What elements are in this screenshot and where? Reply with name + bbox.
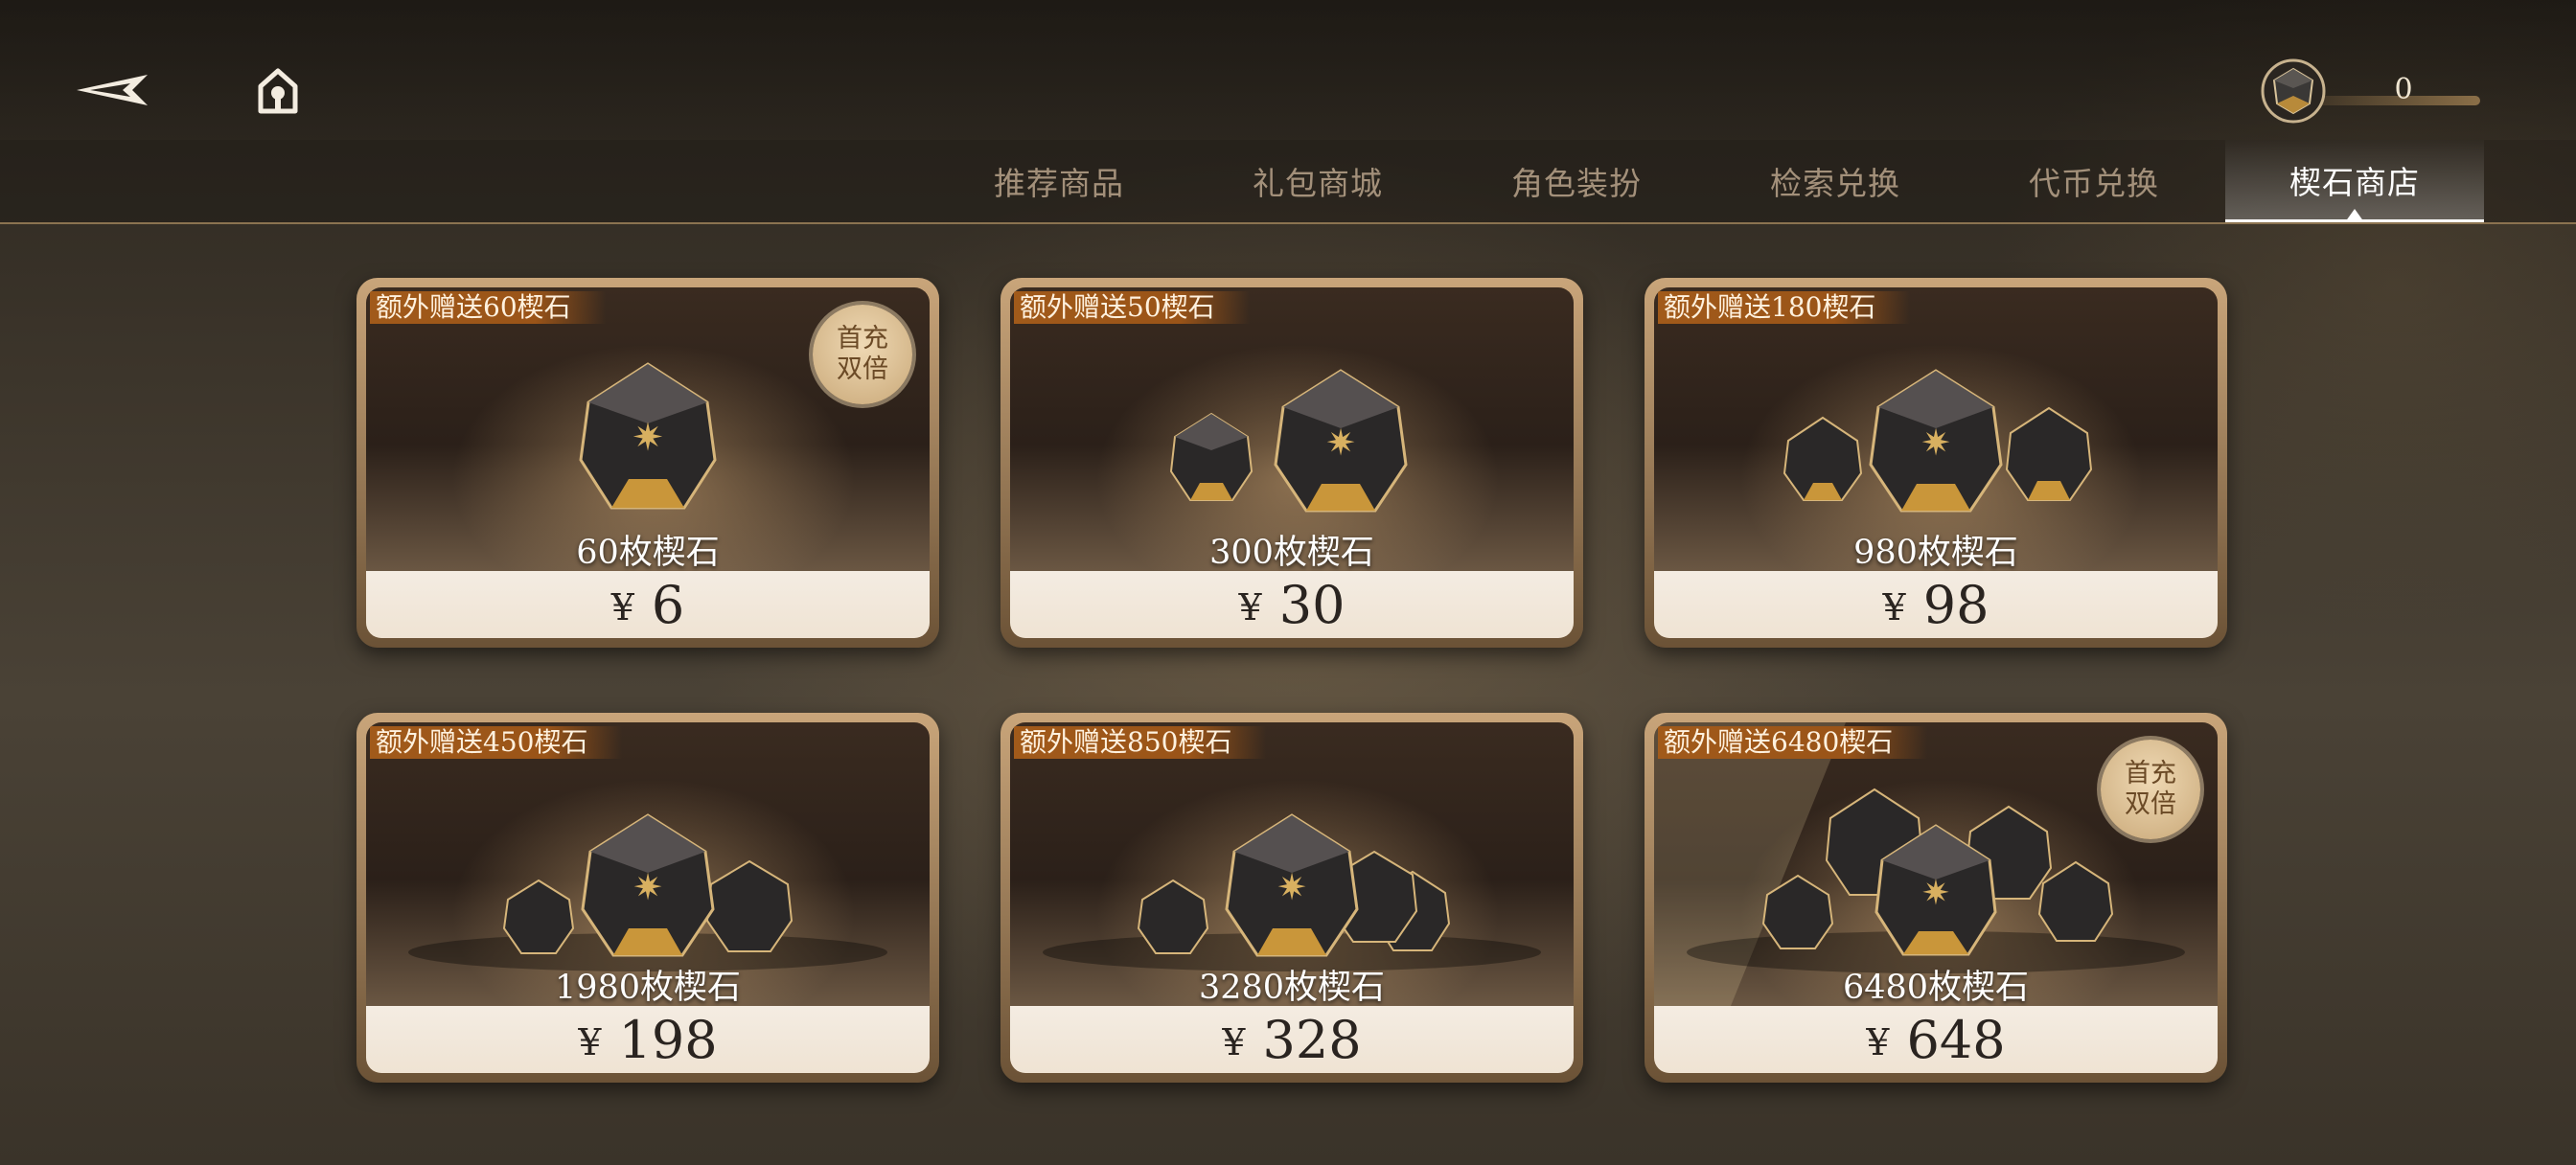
amount-label: 60枚楔石 — [576, 534, 720, 572]
product-card-1980[interactable]: ✷ 额外赠送450楔石 1980枚楔石 ¥ 198 — [356, 713, 939, 1083]
tab-search-exchange[interactable]: 检索兑换 — [1706, 140, 1965, 222]
bonus-tag: 额外赠送450楔石 — [370, 726, 623, 759]
svg-text:✷: ✷ — [1921, 874, 1950, 913]
badge-line-2: 双倍 — [837, 354, 888, 384]
first-charge-double-badge: 首充 双倍 — [2101, 740, 2200, 839]
tab-token-exchange[interactable]: 代币兑换 — [1965, 140, 2223, 222]
price-strip: ¥ 30 — [1010, 571, 1574, 638]
tab-character-outfits[interactable]: 角色装扮 — [1447, 140, 1706, 222]
price-value: 6 — [651, 574, 685, 635]
bonus-tag: 额外赠送6480楔石 — [1658, 726, 1928, 759]
product-card-60[interactable]: ✷ 额外赠送60楔石 首充 双倍 60枚楔石 ¥ 6 — [356, 278, 939, 648]
price-value: 98 — [1922, 574, 1990, 635]
price-value: 30 — [1278, 574, 1346, 635]
amount-label: 980枚楔石 — [1853, 534, 2018, 572]
product-card-6480[interactable]: ✷ 额外赠送6480楔石 首充 双倍 6480枚楔石 ¥ 648 — [1644, 713, 2227, 1083]
amount-label: 1980枚楔石 — [554, 969, 742, 1007]
tab-gift-packs[interactable]: 礼包商城 — [1188, 140, 1447, 222]
price-value: 198 — [618, 1009, 718, 1070]
svg-text:✷: ✷ — [1325, 422, 1356, 464]
currency-symbol: ¥ — [1866, 1021, 1890, 1063]
bonus-tag: 额外赠送60楔石 — [370, 291, 606, 324]
bonus-tag: 额外赠送850楔石 — [1014, 726, 1267, 759]
currency-symbol: ¥ — [1238, 586, 1262, 628]
amount-label: 300枚楔石 — [1209, 534, 1374, 572]
product-card-980[interactable]: ✷ 额外赠送180楔石 980枚楔石 ¥ 98 — [1644, 278, 2227, 648]
svg-text:✷: ✷ — [632, 866, 663, 908]
tab-recommended[interactable]: 推荐商品 — [930, 140, 1188, 222]
price-value: 328 — [1262, 1009, 1362, 1070]
bonus-tag: 额外赠送180楔石 — [1658, 291, 1911, 324]
badge-line-1: 首充 — [837, 324, 888, 354]
svg-text:✷: ✷ — [1920, 422, 1951, 464]
svg-text:✷: ✷ — [1276, 866, 1307, 908]
price-strip: ¥ 328 — [1010, 1006, 1574, 1073]
gem-icon — [2260, 57, 2327, 125]
product-card-3280[interactable]: ✷ 额外赠送850楔石 3280枚楔石 ¥ 328 — [1000, 713, 1583, 1083]
price-strip: ¥ 198 — [366, 1006, 930, 1073]
currency-symbol: ¥ — [1222, 1021, 1246, 1063]
currency-symbol: ¥ — [1882, 586, 1906, 628]
currency-value: 0 — [2394, 73, 2413, 106]
currency-symbol: ¥ — [610, 586, 634, 628]
currency-display: 0 — [2260, 57, 2480, 125]
svg-text:✷: ✷ — [632, 416, 664, 460]
tab-wedgestone-shop[interactable]: 楔石商店 — [2225, 140, 2484, 222]
badge-line-2: 双倍 — [2125, 789, 2176, 819]
product-card-300[interactable]: ✷ 额外赠送50楔石 300枚楔石 ¥ 30 — [1000, 278, 1583, 648]
first-charge-double-badge: 首充 双倍 — [813, 305, 912, 404]
bonus-tag: 额外赠送50楔石 — [1014, 291, 1250, 324]
top-bar: 0 — [0, 0, 2576, 140]
currency-symbol: ¥ — [578, 1021, 602, 1063]
tab-bar: 推荐商品 礼包商城 角色装扮 检索兑换 代币兑换 楔石商店 — [0, 140, 2576, 224]
badge-line-1: 首充 — [2125, 759, 2176, 788]
back-arrow-icon[interactable] — [73, 67, 153, 113]
active-tab-marker — [2345, 209, 2364, 222]
tab-wedgestone-shop-label: 楔石商店 — [2289, 163, 2420, 201]
price-strip: ¥ 98 — [1654, 571, 2218, 638]
amount-label: 6480枚楔石 — [1842, 969, 2030, 1007]
amount-label: 3280枚楔石 — [1198, 969, 1386, 1007]
price-strip: ¥ 6 — [366, 571, 930, 638]
home-icon[interactable] — [255, 67, 301, 115]
price-strip: ¥ 648 — [1654, 1006, 2218, 1073]
price-value: 648 — [1906, 1009, 2006, 1070]
